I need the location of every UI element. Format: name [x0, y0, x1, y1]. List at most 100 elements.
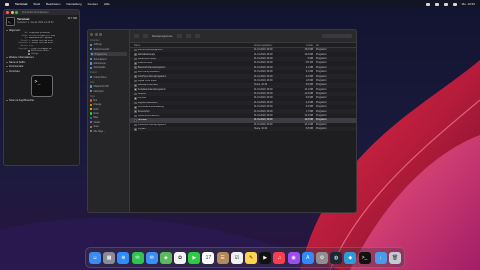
dock-app-terminal-icon[interactable]: >_ — [358, 251, 371, 264]
disclosure-triangle-icon[interactable] — [6, 99, 8, 101]
comments-section[interactable]: Kommentare: — [4, 65, 79, 68]
dock-app-podcasts-icon[interactable]: ◉ — [287, 251, 300, 264]
dock-app-nachrichten-icon[interactable]: ✉ — [131, 251, 144, 264]
sidebar-item[interactable]: Blau — [90, 116, 127, 119]
view-options-button[interactable] — [176, 34, 182, 38]
dock-app-kontakte-icon[interactable]: ☰ — [216, 251, 229, 264]
zoom-button[interactable] — [15, 11, 18, 14]
file-name-cell: Migrationsassistent — [134, 101, 254, 105]
sidebar-item[interactable]: Schreibtisch — [90, 58, 127, 61]
dock-app-mail-icon[interactable]: ✉ — [145, 251, 158, 264]
file-name-cell: Boot Camp-Assistent — [134, 70, 254, 74]
sidebar-item-label: Zuletzt benutzt — [93, 47, 110, 51]
minimize-button[interactable] — [94, 33, 98, 36]
file-kind: Programm — [316, 110, 327, 113]
menubar-item-view[interactable]: Darstellung — [66, 2, 81, 6]
checkbox-icon[interactable] — [28, 52, 30, 55]
group-button[interactable] — [185, 34, 191, 38]
sidebar-item[interactable]: Dokumente — [90, 62, 127, 65]
app-file-icon — [134, 70, 137, 74]
menubar-item-help[interactable]: Hilfe — [104, 2, 110, 6]
dock-app-fotos-icon[interactable]: ✿ — [174, 251, 187, 264]
menubar-app-name[interactable]: Terminal — [15, 2, 27, 6]
file-kind: Programm — [316, 119, 327, 122]
menubar-clock[interactable]: Mo. 10:52 — [462, 2, 475, 6]
file-name-cell: Feedback Assistant — [134, 84, 254, 87]
template-checkbox[interactable]: Vorlage — [6, 52, 77, 55]
close-button[interactable] — [6, 11, 9, 14]
dock-app-karten-icon[interactable]: ◈ — [159, 251, 172, 264]
sidebar-item[interactable]: Netzwerk — [90, 90, 127, 93]
sidebar-item[interactable]: iCloud Drive — [90, 76, 127, 79]
dock-app-facetime-icon[interactable]: ▶ — [188, 251, 201, 264]
file-name-cell: VoiceOver-Dienstprogramm — [134, 123, 254, 127]
back-button[interactable] — [134, 34, 139, 38]
dock-app-downloads-icon[interactable]: ↓ — [374, 251, 387, 264]
sidebar-item[interactable]: Grün — [90, 112, 127, 115]
sidebar-item[interactable]: Rot — [90, 99, 127, 102]
sidebar-item[interactable]: Violett — [90, 121, 127, 124]
dock-app-safari-icon[interactable]: ⊕ — [117, 251, 130, 264]
column-size[interactable]: Größe — [294, 44, 316, 47]
sidebar-item[interactable]: Alle Tags … — [90, 130, 127, 133]
file-kind: Programm — [316, 66, 327, 69]
search-field[interactable] — [322, 33, 352, 39]
file-kind: Programm — [316, 88, 327, 91]
file-row[interactable]: XQuartz Heute, 10:22 5,8 MB Programm — [130, 127, 356, 132]
dock-app-kalender-icon[interactable]: 17 — [202, 251, 215, 264]
sidebar-item-label: Netzwerk — [93, 89, 104, 93]
apple-menu-icon[interactable] — [5, 2, 9, 6]
menubar-item-edit[interactable]: Bearbeiten — [46, 2, 61, 6]
column-date-modified[interactable]: Änderungsdatum — [254, 44, 294, 47]
battery-icon[interactable] — [434, 2, 439, 6]
general-section-header[interactable]: Allgemein: — [6, 29, 77, 32]
menubar-item-window[interactable]: Fenster — [88, 2, 98, 6]
control-center-icon[interactable] — [452, 2, 457, 6]
dock-app-notizen-icon[interactable]: ✎ — [245, 251, 257, 264]
dock-app-steam-icon[interactable]: ◍ — [330, 251, 343, 264]
file-name-cell: Audio-MIDI-Setup — [134, 57, 254, 61]
sidebar-item[interactable]: Gelb — [90, 108, 127, 111]
dock-app-tv-icon[interactable]: ▶ — [259, 251, 272, 264]
dock-app-papierkorb-icon[interactable]: 🗑 — [389, 251, 402, 264]
dock-app-launchpad-icon[interactable]: ▦ — [103, 251, 116, 264]
minimize-button[interactable] — [10, 11, 14, 14]
file-kind: Programm — [316, 115, 327, 118]
sidebar-item[interactable]: Programme — [90, 52, 127, 57]
sidebar-item[interactable]: Macintosh HD — [90, 85, 127, 88]
zoom-button[interactable] — [99, 33, 102, 36]
disclosure-triangle-icon[interactable] — [6, 61, 8, 63]
dock-icon-glyph: >_ — [361, 254, 368, 261]
sidebar-item[interactable]: AirDrop — [90, 43, 127, 46]
more-info-section[interactable]: Weitere Informationen: — [4, 56, 79, 59]
disclosure-triangle-icon[interactable] — [6, 57, 8, 59]
search-icon[interactable] — [443, 2, 448, 6]
checkbox-icon[interactable] — [28, 50, 30, 53]
dock-app-app-store-icon[interactable]: A — [301, 251, 314, 264]
dock-app-finder-icon[interactable]: ☺ — [88, 251, 101, 264]
disclosure-triangle-icon[interactable] — [6, 66, 8, 68]
preview-section[interactable]: Vorschau: — [4, 70, 79, 73]
sidebar-item[interactable]: Orange — [90, 103, 127, 106]
file-date: 01.01.2020, 09:00 — [254, 49, 273, 52]
sharing-permissions-section[interactable]: Teilen & Zugriffsrechte: — [4, 99, 79, 102]
dock-app-dienstprogramm-icon[interactable]: ◆ — [344, 251, 357, 264]
dock-app-erinnerungen-icon[interactable]: ☑ — [230, 251, 243, 264]
sidebar-item-label: AirDrop — [93, 43, 102, 47]
column-name[interactable]: Name — [134, 44, 254, 47]
forward-button[interactable] — [143, 34, 148, 38]
sidebar-item[interactable]: Zuletzt benutzt — [90, 48, 127, 51]
name-extension-section[interactable]: Name & Suffix: — [4, 61, 79, 64]
disclosure-triangle-icon[interactable] — [6, 29, 8, 31]
disclosure-triangle-icon[interactable] — [6, 70, 8, 72]
wifi-icon[interactable] — [425, 2, 430, 6]
menubar-item-shell[interactable]: Shell — [33, 2, 40, 6]
sidebar-item[interactable]: Downloads — [90, 66, 127, 69]
close-button[interactable] — [90, 33, 93, 36]
file-size: 10,1 MB — [304, 123, 313, 126]
dock-app-systemeinstellungen-icon[interactable]: ⚙ — [315, 251, 328, 264]
sidebar-item[interactable]: Grau — [90, 125, 127, 128]
dock-app-musik-icon[interactable]: ♫ — [273, 251, 286, 264]
share-button[interactable] — [194, 34, 200, 38]
column-kind[interactable]: Art — [316, 44, 346, 47]
